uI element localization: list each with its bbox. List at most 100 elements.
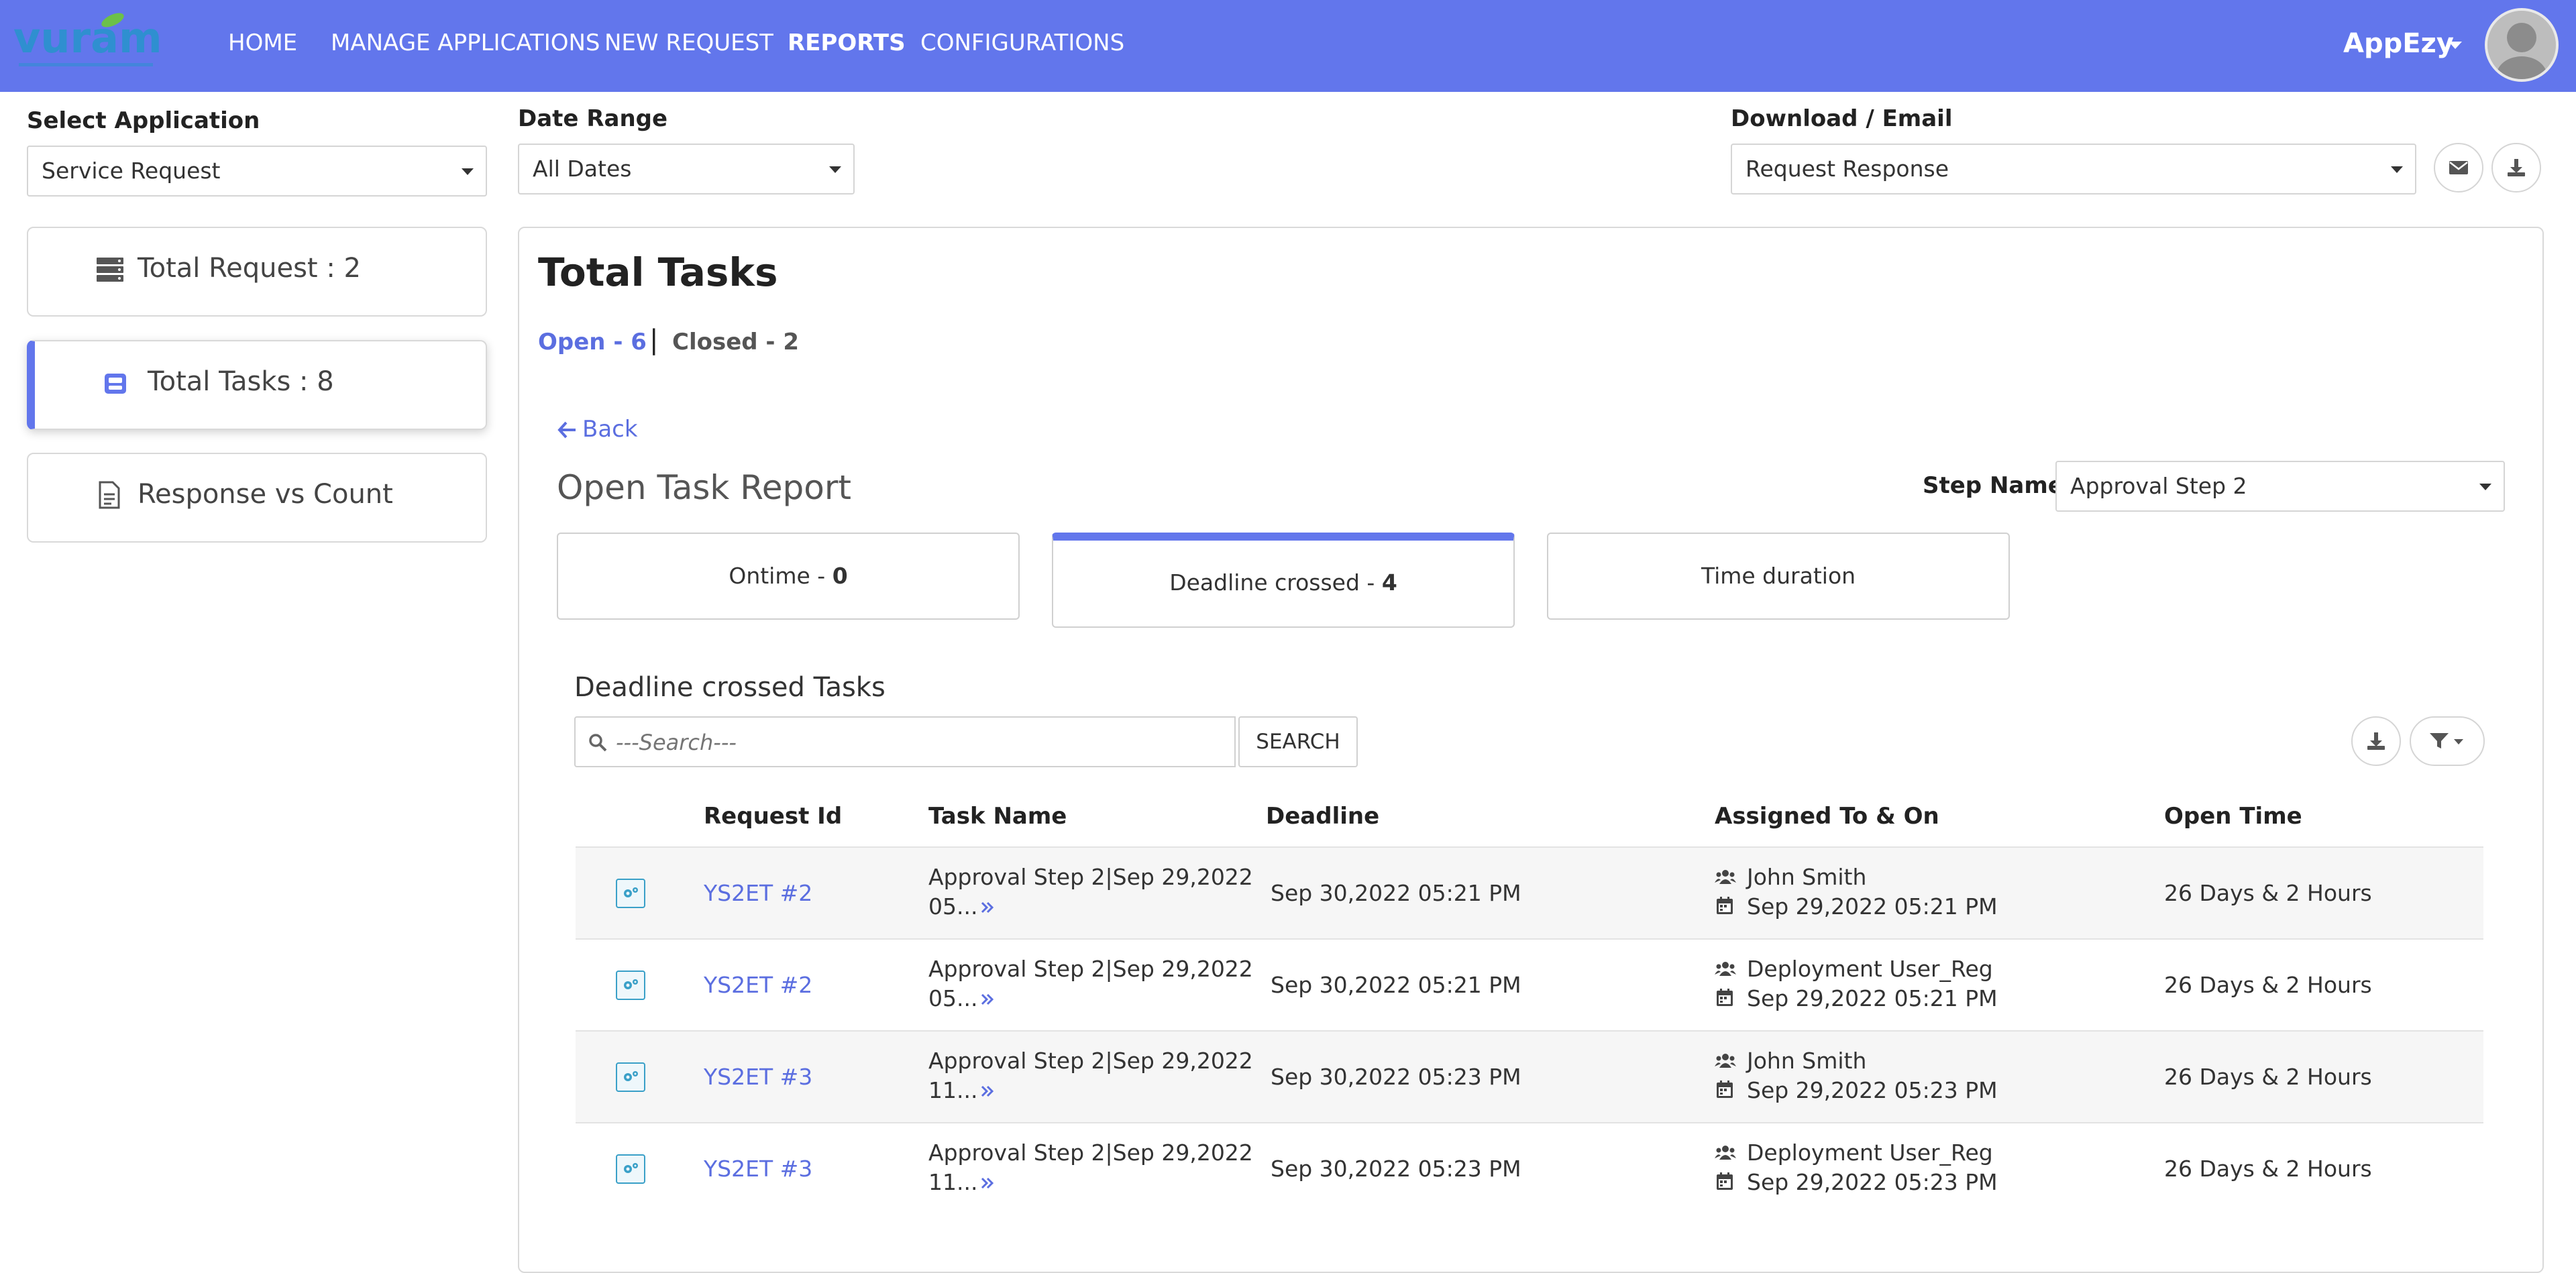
task-settings-icon[interactable] <box>616 1154 645 1184</box>
table-row[interactable]: YS2ET #2 Approval Step 2|Sep 29,2022 05...… <box>576 938 2483 1030</box>
select-application-label: Select Application <box>27 107 260 134</box>
top-navbar: vuram HOME MANAGE APPLICATIONS NEW REQUEST… <box>0 0 2576 92</box>
step-name-label: Step Name <box>1923 472 2063 499</box>
double-chevron-right-icon[interactable] <box>980 1176 995 1190</box>
double-chevron-right-icon[interactable] <box>980 901 995 914</box>
envelope-icon <box>2449 161 2468 174</box>
table-download-button[interactable] <box>2351 716 2401 766</box>
task-settings-icon[interactable] <box>616 1062 645 1092</box>
gears-icon <box>624 887 638 897</box>
task-name-line1: Approval Step 2|Sep 29,2022 <box>928 1048 1253 1074</box>
gears-icon <box>624 979 638 989</box>
search-input[interactable] <box>614 722 1221 763</box>
download-icon <box>2508 159 2525 176</box>
sidebar-item-total-tasks[interactable]: Total Tasks : 8 <box>27 340 487 430</box>
download-icon <box>2367 732 2385 750</box>
calendar-icon <box>1717 989 1733 1006</box>
filter-icon <box>2430 733 2463 749</box>
request-id-link[interactable]: YS2ET #2 <box>704 972 812 998</box>
sidebar-item-label: Total Tasks : 8 <box>148 366 334 397</box>
ontime-card[interactable]: Ontime - 0 <box>557 533 1020 620</box>
task-name-line2: 05... <box>928 893 995 920</box>
column-header-assigned[interactable]: Assigned To & On <box>1715 803 1939 830</box>
back-label: Back <box>582 416 638 443</box>
nav-item-home[interactable]: HOME <box>228 30 297 56</box>
chevron-down-icon[interactable] <box>2449 42 2462 49</box>
sidebar-item-total-request[interactable]: Total Request : 2 <box>27 227 487 317</box>
email-button[interactable] <box>2434 143 2483 192</box>
open-time-cell: 26 Days & 2 Hours <box>2164 972 2372 998</box>
date-range-select[interactable]: All Dates <box>518 144 855 195</box>
deadline-cell: Sep 30,2022 05:23 PM <box>1271 1064 1521 1090</box>
chevron-down-icon <box>2391 166 2403 173</box>
open-time-cell: 26 Days & 2 Hours <box>2164 1156 2372 1182</box>
server-stack-icon <box>97 258 123 282</box>
download-button[interactable] <box>2491 143 2541 192</box>
report-title: Open Task Report <box>557 468 851 507</box>
open-time-cell: 26 Days & 2 Hours <box>2164 1064 2372 1090</box>
assignee-name: Deployment User_Reg <box>1747 956 1993 982</box>
nav-item-reports[interactable]: REPORTS <box>788 30 906 56</box>
column-header-open-time[interactable]: Open Time <box>2164 803 2302 830</box>
tab-closed[interactable]: Closed - 2 <box>672 329 799 355</box>
task-settings-icon[interactable] <box>616 971 645 1000</box>
request-id-link[interactable]: YS2ET #2 <box>704 880 812 906</box>
nav-item-manage-applications[interactable]: MANAGE APPLICATIONS <box>331 30 600 56</box>
calendar-icon <box>1717 1172 1733 1190</box>
time-duration-label: Time duration <box>1701 563 1856 589</box>
assignee-name: John Smith <box>1747 1048 1867 1074</box>
task-settings-icon[interactable] <box>616 879 645 908</box>
user-avatar-icon <box>2487 11 2556 79</box>
table-row[interactable]: YS2ET #3 Approval Step 2|Sep 29,2022 11...… <box>576 1122 2483 1214</box>
search-field[interactable] <box>574 716 1236 767</box>
deadline-cell: Sep 30,2022 05:21 PM <box>1271 880 1521 906</box>
calendar-icon <box>1717 897 1733 914</box>
application-select[interactable]: Service Request <box>27 146 487 197</box>
table-row[interactable]: YS2ET #2 Approval Step 2|Sep 29,2022 05...… <box>576 846 2483 938</box>
column-header-task-name[interactable]: Task Name <box>928 803 1067 830</box>
download-type-select[interactable]: Request Response <box>1731 144 2416 195</box>
step-name-select[interactable]: Approval Step 2 <box>2055 461 2505 512</box>
section-title: Deadline crossed Tasks <box>574 672 885 703</box>
avatar[interactable] <box>2485 8 2559 82</box>
table-row[interactable]: YS2ET #3 Approval Step 2|Sep 29,2022 11...… <box>576 1030 2483 1122</box>
tab-open[interactable]: Open - 6 <box>538 329 647 355</box>
task-name-line2: 11... <box>928 1169 995 1195</box>
calendar-icon <box>1717 1081 1733 1098</box>
task-name-line2: 05... <box>928 985 995 1011</box>
task-name-line1: Approval Step 2|Sep 29,2022 <box>928 956 1253 982</box>
assigned-on-date: Sep 29,2022 05:23 PM <box>1747 1169 1998 1195</box>
task-name-line1: Approval Step 2|Sep 29,2022 <box>928 1140 1253 1166</box>
assigned-on-date: Sep 29,2022 05:23 PM <box>1747 1077 1998 1103</box>
nav-item-configurations[interactable]: CONFIGURATIONS <box>920 30 1124 56</box>
sidebar-item-label: Total Request : 2 <box>138 253 361 284</box>
double-chevron-right-icon[interactable] <box>980 1085 995 1098</box>
inbox-tasks-icon <box>105 374 126 394</box>
chevron-down-icon <box>462 168 474 175</box>
time-duration-card[interactable]: Time duration <box>1547 533 2010 620</box>
date-range-value: All Dates <box>533 156 632 182</box>
download-type-value: Request Response <box>1746 156 1949 182</box>
sidebar-item-label: Response vs Count <box>138 479 393 510</box>
double-chevron-right-icon[interactable] <box>980 993 995 1006</box>
filter-button[interactable] <box>2410 716 2485 766</box>
search-button[interactable]: SEARCH <box>1238 716 1358 767</box>
column-header-request-id[interactable]: Request Id <box>704 803 842 830</box>
request-id-link[interactable]: YS2ET #3 <box>704 1064 812 1090</box>
assignee-name: John Smith <box>1747 864 1867 890</box>
nav-item-new-request[interactable]: NEW REQUEST <box>604 30 773 56</box>
sidebar-item-response-vs-count[interactable]: Response vs Count <box>27 453 487 543</box>
tab-separator: | <box>649 325 659 355</box>
deadline-cell: Sep 30,2022 05:23 PM <box>1271 1156 1521 1182</box>
date-range-label: Date Range <box>518 105 668 132</box>
assigned-on-date: Sep 29,2022 05:21 PM <box>1747 893 1998 920</box>
assigned-on-date: Sep 29,2022 05:21 PM <box>1747 985 1998 1011</box>
deadline-crossed-card[interactable]: Deadline crossed - 4 <box>1052 533 1515 628</box>
column-header-deadline[interactable]: Deadline <box>1266 803 1379 830</box>
task-name-line1: Approval Step 2|Sep 29,2022 <box>928 864 1253 890</box>
request-id-link[interactable]: YS2ET #3 <box>704 1156 812 1182</box>
user-menu-name[interactable]: AppEzy <box>2343 28 2454 59</box>
vuram-logo[interactable]: vuram <box>12 11 166 78</box>
open-time-cell: 26 Days & 2 Hours <box>2164 880 2372 906</box>
users-icon <box>1715 1146 1736 1160</box>
